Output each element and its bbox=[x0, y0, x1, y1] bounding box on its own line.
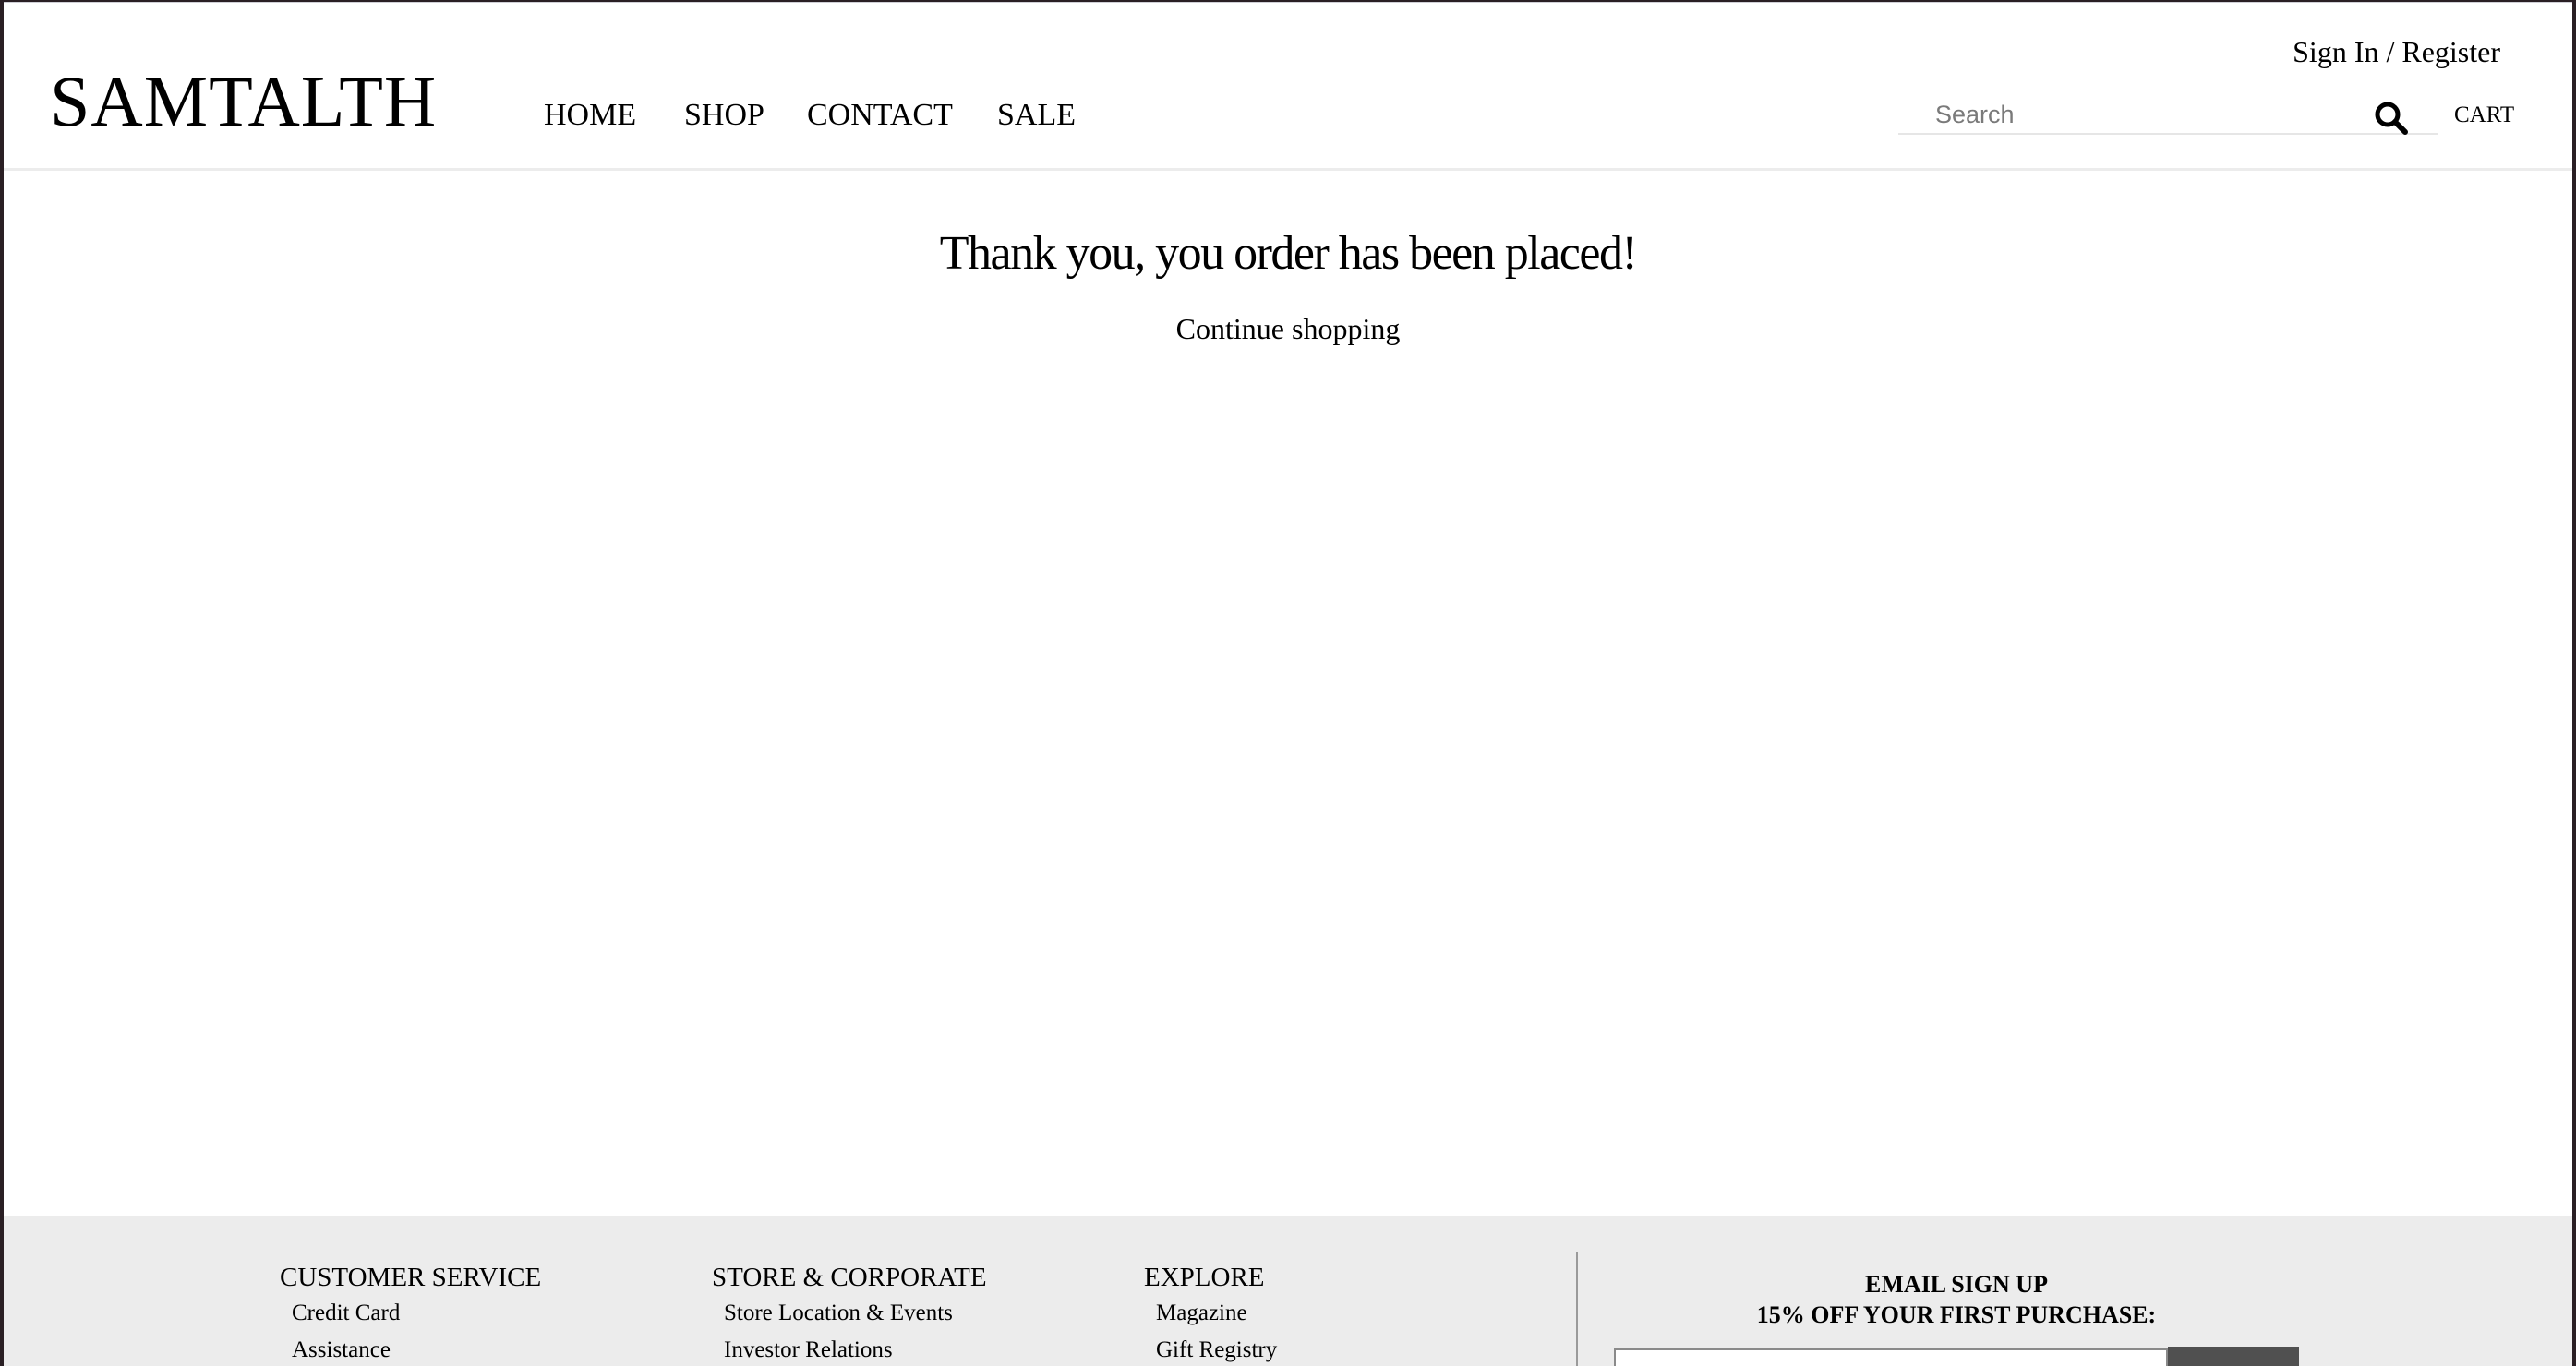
continue-shopping-link[interactable]: Continue shopping bbox=[1176, 312, 1401, 345]
order-confirmation: Thank you, you order has been placed! Co… bbox=[4, 171, 2572, 1216]
email-signup-title: EMAIL SIGN UP bbox=[1865, 1271, 2048, 1298]
nav-sale[interactable]: SALE bbox=[997, 95, 1076, 136]
footer-link-magazine[interactable]: Magazine bbox=[1144, 1295, 1277, 1332]
footer-link-assistance[interactable]: Assistance bbox=[280, 1332, 541, 1366]
footer-divider bbox=[1576, 1252, 1578, 1366]
site-logo[interactable]: SAMTALTH bbox=[50, 60, 437, 143]
confirmation-heading: Thank you, you order has been placed! bbox=[939, 227, 1638, 280]
site-header: SAMTALTH HOME SHOP CONTACT SALE Sign In … bbox=[4, 3, 2572, 171]
continue-shopping-wrap: Continue shopping bbox=[4, 309, 2572, 348]
sign-in-register-link[interactable]: Sign In / Register bbox=[2293, 32, 2500, 71]
email-signup-offer: 15% OFF YOUR FIRST PURCHASE: bbox=[1756, 1301, 2157, 1328]
nav-shop[interactable]: SHOP bbox=[684, 95, 764, 136]
browser-page: SAMTALTH HOME SHOP CONTACT SALE Sign In … bbox=[4, 2, 2572, 1366]
footer-column-explore: EXPLORE Magazine Gift Registry bbox=[1144, 1260, 1277, 1366]
nav-home[interactable]: HOME bbox=[544, 95, 636, 136]
search-icon[interactable] bbox=[2373, 100, 2410, 137]
search-input[interactable] bbox=[1898, 98, 2360, 131]
footer-heading: EXPLORE bbox=[1144, 1263, 1265, 1292]
email-signup-input[interactable] bbox=[1614, 1348, 2168, 1366]
footer-column-store-corporate: STORE & CORPORATE Store Location & Event… bbox=[712, 1260, 987, 1366]
email-signup: EMAIL SIGN UP 15% OFF YOUR FIRST PURCHAS… bbox=[1666, 1269, 2247, 1330]
search-bar bbox=[1898, 98, 2438, 135]
email-signup-submit-button[interactable] bbox=[2168, 1347, 2299, 1366]
cart-link[interactable]: CART bbox=[2454, 100, 2514, 131]
footer-heading: CUSTOMER SERVICE bbox=[280, 1263, 542, 1292]
footer-heading: STORE & CORPORATE bbox=[712, 1263, 987, 1292]
site-footer: CUSTOMER SERVICE Credit Card Assistance … bbox=[4, 1216, 2572, 1366]
footer-link-credit-card[interactable]: Credit Card bbox=[280, 1295, 541, 1332]
footer-link-investor-relations[interactable]: Investor Relations bbox=[712, 1332, 987, 1366]
footer-link-store-location[interactable]: Store Location & Events bbox=[712, 1295, 987, 1332]
nav-contact[interactable]: CONTACT bbox=[807, 95, 953, 136]
footer-column-customer-service: CUSTOMER SERVICE Credit Card Assistance bbox=[280, 1260, 541, 1366]
footer-link-gift-registry[interactable]: Gift Registry bbox=[1144, 1332, 1277, 1366]
